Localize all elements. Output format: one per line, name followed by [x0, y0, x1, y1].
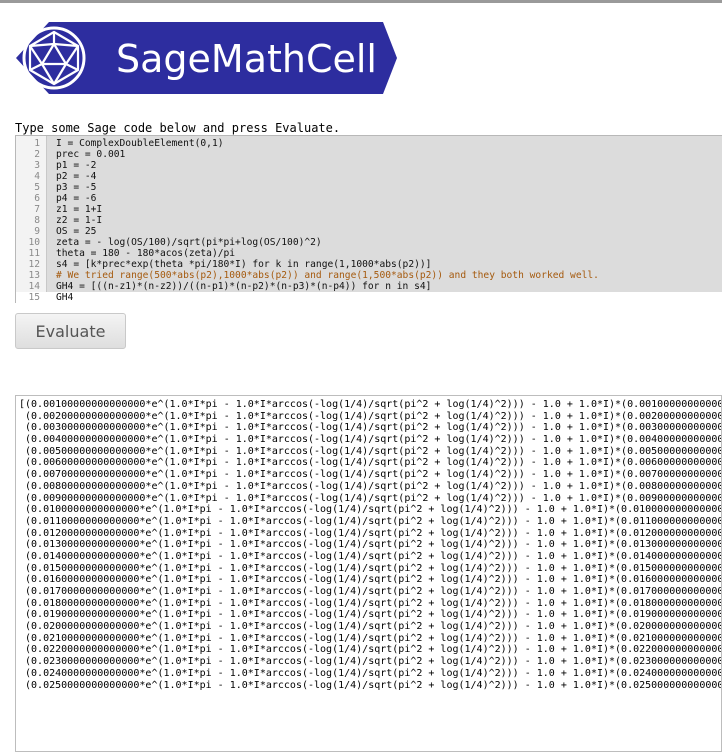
line-number: 7: [34, 204, 40, 215]
line-number: 6: [34, 193, 40, 204]
line-number: 12: [28, 259, 40, 270]
code-text: p3 = -5: [56, 182, 97, 193]
code-text: GH4 = [((n-z1)*(n-z2))/((n-p1)*(n-p2)*(n…: [56, 281, 432, 292]
code-text: p1 = -2: [56, 160, 97, 171]
line-number: 4: [34, 171, 40, 182]
output-line: [(0.00100000000000000*e^(1.0*I*pi - 1.0*…: [19, 399, 722, 410]
output-line: (0.0150000000000000*e^(1.0*I*pi - 1.0*I*…: [19, 562, 722, 574]
code-text: GH4: [56, 292, 74, 303]
code-text: zeta = - log(OS/100)/sqrt(pi*pi+log(OS/1…: [56, 237, 322, 248]
code-line[interactable]: 2 prec = 0.001: [16, 149, 722, 160]
line-number: 15: [28, 292, 40, 303]
code-line[interactable]: 12 s4 = [k*prec*exp(theta *pi/180*I) for …: [16, 259, 722, 270]
line-number: 9: [34, 226, 40, 237]
output-line: (0.00900000000000000*e^(1.0*I*pi - 1.0*I…: [19, 492, 722, 504]
output-line: (0.00400000000000000*e^(1.0*I*pi - 1.0*I…: [19, 434, 722, 446]
line-number: 10: [28, 237, 40, 248]
code-text: z2 = 1-I: [56, 215, 103, 226]
line-number: 13: [28, 270, 40, 281]
output-line: (0.0190000000000000*e^(1.0*I*pi - 1.0*I*…: [19, 609, 722, 621]
code-line[interactable]: 7 z1 = 1+I: [16, 204, 722, 215]
code-line[interactable]: 3 p1 = -2: [16, 160, 722, 171]
output-line: (0.00700000000000000*e^(1.0*I*pi - 1.0*I…: [19, 469, 722, 481]
code-line[interactable]: 1 I = ComplexDoubleElement(0,1): [16, 138, 722, 149]
output-line: (0.0180000000000000*e^(1.0*I*pi - 1.0*I*…: [19, 597, 722, 609]
output-line: (0.00200000000000000*e^(1.0*I*pi - 1.0*I…: [19, 410, 722, 422]
output-line: (0.0120000000000000*e^(1.0*I*pi - 1.0*I*…: [19, 527, 722, 539]
evaluate-button[interactable]: Evaluate: [15, 313, 126, 349]
output-line: (0.00300000000000000*e^(1.0*I*pi - 1.0*I…: [19, 422, 722, 434]
code-line[interactable]: 14 GH4 = [((n-z1)*(n-z2))/((n-p1)*(n-p2)*…: [16, 281, 722, 292]
output-line: (0.0220000000000000*e^(1.0*I*pi - 1.0*I*…: [19, 644, 722, 656]
line-number: 3: [34, 160, 40, 171]
line-number: 8: [34, 215, 40, 226]
line-number: 2: [34, 149, 40, 160]
output-line: (0.0100000000000000*e^(1.0*I*pi - 1.0*I*…: [19, 504, 722, 516]
code-line-active[interactable]: 15 GH4: [16, 292, 722, 303]
logo-text: SageMathCell: [116, 37, 377, 81]
code-line[interactable]: 5 p3 = -5: [16, 182, 722, 193]
sagemathcell-logo: SageMathCell: [16, 22, 397, 94]
code-line-comment[interactable]: 13 # We tried range(500*abs(p2),1000*abs(…: [16, 270, 722, 281]
output-line: (0.0200000000000000*e^(1.0*I*pi - 1.0*I*…: [19, 621, 722, 633]
output-line: (0.0160000000000000*e^(1.0*I*pi - 1.0*I*…: [19, 574, 722, 586]
code-line[interactable]: 10 zeta = - log(OS/100)/sqrt(pi*pi+log(OS…: [16, 237, 722, 248]
output-line: (0.0250000000000000*e^(1.0*I*pi - 1.0*I*…: [19, 679, 722, 691]
code-line[interactable]: 11 theta = 180 - 180*acos(zeta)/pi: [16, 248, 722, 259]
output-line: (0.0130000000000000*e^(1.0*I*pi - 1.0*I*…: [19, 539, 722, 551]
output-line: (0.0210000000000000*e^(1.0*I*pi - 1.0*I*…: [19, 632, 722, 644]
output-line: (0.0170000000000000*e^(1.0*I*pi - 1.0*I*…: [19, 586, 722, 597]
code-line[interactable]: 8 z2 = 1-I: [16, 215, 722, 226]
code-text: prec = 0.001: [56, 149, 126, 160]
code-text: OS = 25: [56, 226, 97, 237]
code-text: I = ComplexDoubleElement(0,1): [56, 138, 224, 149]
top-rule: [0, 0, 722, 3]
code-editor[interactable]: 1 I = ComplexDoubleElement(0,1) 2 prec = 0…: [15, 135, 722, 303]
code-text: s4 = [k*prec*exp(theta *pi/180*I) for k …: [56, 259, 432, 270]
output-line: (0.0110000000000000*e^(1.0*I*pi - 1.0*I*…: [19, 515, 722, 527]
code-comment-text: # We tried range(500*abs(p2),1000*abs(p2…: [56, 270, 599, 281]
code-line[interactable]: 6 p4 = -6: [16, 193, 722, 204]
output-line: (0.0230000000000000*e^(1.0*I*pi - 1.0*I*…: [19, 656, 722, 668]
code-text: theta = 180 - 180*acos(zeta)/pi: [56, 248, 236, 259]
instructions-text: Type some Sage code below and press Eval…: [15, 121, 341, 135]
output-line: (0.00800000000000000*e^(1.0*I*pi - 1.0*I…: [19, 480, 722, 492]
line-number: 11: [28, 248, 40, 259]
output-line: (0.00600000000000000*e^(1.0*I*pi - 1.0*I…: [19, 457, 722, 469]
output-line: (0.00500000000000000*e^(1.0*I*pi - 1.0*I…: [19, 445, 722, 457]
line-number: 5: [34, 182, 40, 193]
code-text: z1 = 1+I: [56, 204, 103, 215]
output-panel[interactable]: [(0.00100000000000000*e^(1.0*I*pi - 1.0*…: [15, 395, 722, 752]
code-text: p2 = -4: [56, 171, 97, 182]
line-number: 14: [28, 281, 40, 292]
output-line: (0.0240000000000000*e^(1.0*I*pi - 1.0*I*…: [19, 667, 722, 679]
line-number: 1: [34, 138, 40, 149]
code-line[interactable]: 9 OS = 25: [16, 226, 722, 237]
output-line: (0.0140000000000000*e^(1.0*I*pi - 1.0*I*…: [19, 550, 722, 562]
code-text: p4 = -6: [56, 193, 97, 204]
code-line[interactable]: 4 p2 = -4: [16, 171, 722, 182]
